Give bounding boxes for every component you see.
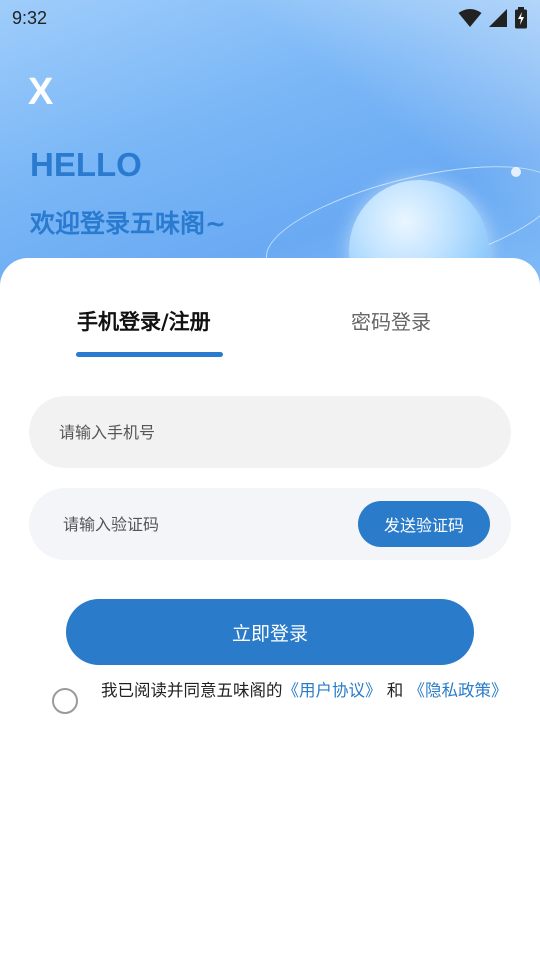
status-bar: 9:32 xyxy=(0,0,540,36)
agreement-row: 我已阅读并同意五味阁的《用户协议》 和 《隐私政策》 xyxy=(0,678,540,738)
agreement-prefix: 我已阅读并同意五味阁的 xyxy=(101,681,283,700)
close-button[interactable]: X xyxy=(28,72,60,112)
battery-charging-icon xyxy=(514,7,528,29)
code-input[interactable] xyxy=(63,514,323,534)
wifi-icon xyxy=(458,8,482,28)
login-button[interactable]: 立即登录 xyxy=(66,599,474,665)
welcome-subtitle: 欢迎登录五味阁~ xyxy=(30,209,226,238)
phone-input[interactable] xyxy=(59,422,319,442)
send-code-button[interactable]: 发送验证码 xyxy=(358,501,490,547)
agreement-checkbox[interactable] xyxy=(52,688,78,714)
login-card: 手机登录/注册 密码登录 发送验证码 立即登录 我已阅读并同意五味阁的《用户协议… xyxy=(0,258,540,960)
status-icons xyxy=(458,7,528,29)
phone-field xyxy=(29,396,511,468)
tab-phone-login[interactable]: 手机登录/注册 xyxy=(77,306,211,336)
login-tabs: 手机登录/注册 密码登录 xyxy=(0,258,540,368)
privacy-policy-link[interactable]: 《隐私政策》 xyxy=(409,681,508,700)
code-field: 发送验证码 xyxy=(29,488,511,560)
active-tab-indicator xyxy=(76,352,223,357)
status-time: 9:32 xyxy=(12,7,48,28)
hello-title: HELLO xyxy=(30,146,142,183)
agreement-text: 我已阅读并同意五味阁的《用户协议》 和 《隐私政策》 xyxy=(101,680,521,701)
agreement-joiner: 和 xyxy=(381,681,409,700)
cell-signal-icon xyxy=(488,8,508,28)
orbit-dot xyxy=(511,167,521,177)
user-agreement-link[interactable]: 《用户协议》 xyxy=(283,681,382,700)
login-screen: 9:32 X HELLO 欢迎登录五味阁~ 手机登录/注册 密码登录 请输入手机… xyxy=(0,0,540,960)
tab-password-login[interactable]: 密码登录 xyxy=(351,306,431,335)
